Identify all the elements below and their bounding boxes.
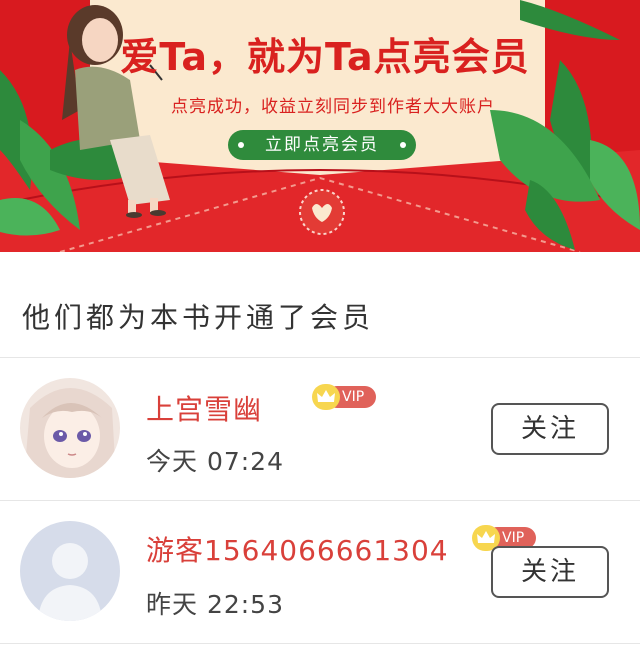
follow-button[interactable]: 关注 [491,403,609,455]
member-time: 今天 07:24 [146,447,284,476]
avatar[interactable] [20,521,120,621]
activate-membership-label: 立即点亮会员 [265,135,379,155]
dot-icon [400,142,406,148]
follow-button[interactable]: 关注 [491,546,609,598]
avatar[interactable] [20,378,120,478]
default-user-avatar-icon [20,521,120,621]
member-row: 游客1564066661304 VIP 昨天 22:53 关注 [0,501,640,643]
promo-banner[interactable]: 爱Ta，就为Ta点亮会员 点亮成功，收益立刻同步到作者大大账户 立即点亮会员 [0,0,640,252]
anime-girl-avatar-icon [20,378,120,478]
member-name[interactable]: 游客1564066661304 [146,529,449,569]
vip-badge: VIP [312,384,376,410]
member-row: 上宫雪幽 VIP 今天 07:24 关注 [0,358,640,500]
banner-title: 爱Ta，就为Ta点亮会员 [120,35,530,79]
dot-icon [238,142,244,148]
divider [0,643,640,644]
activate-membership-button[interactable]: 立即点亮会员 [228,130,416,160]
banner-subtitle: 点亮成功，收益立刻同步到作者大大账户 [171,97,495,117]
member-time: 昨天 22:53 [146,590,284,619]
section-title: 他们都为本书开通了会员 [22,301,375,334]
crown-icon [312,384,340,410]
member-name[interactable]: 上宫雪幽 [146,388,262,428]
